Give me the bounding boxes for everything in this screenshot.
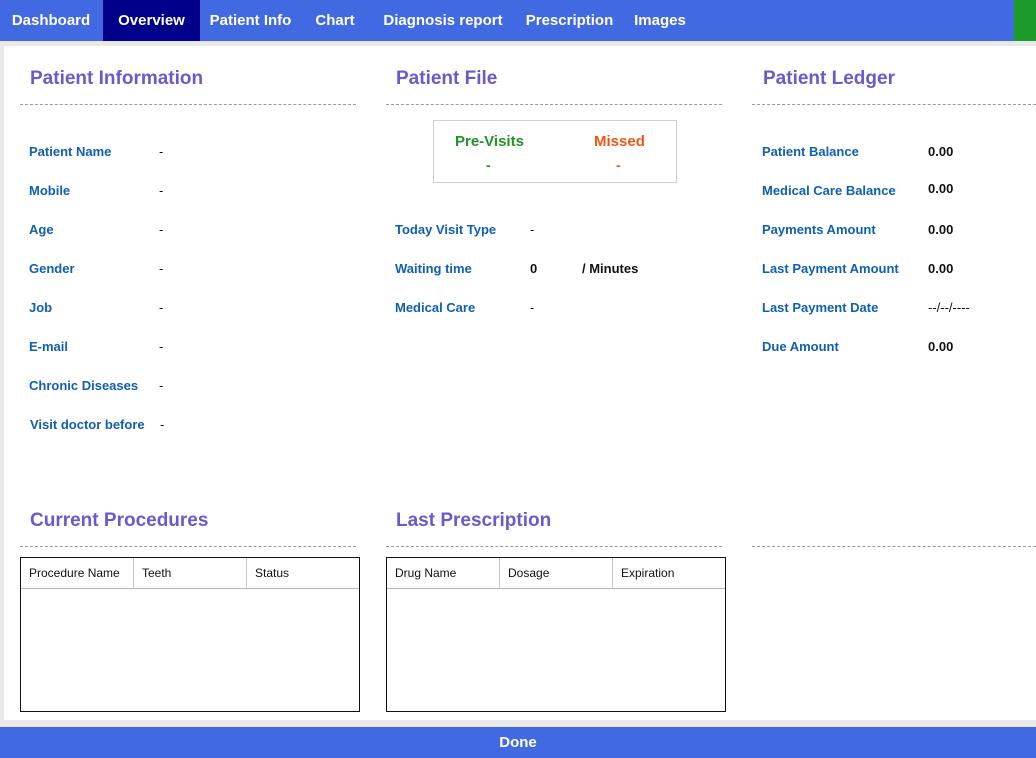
tab-images[interactable]: Images (622, 0, 698, 41)
medical-care-balance-label: Medical Care Balance (762, 183, 896, 198)
gender-label: Gender (29, 261, 75, 276)
current-procedures-title: Current Procedures (30, 510, 209, 531)
prescription-table-header: Drug Name Dosage Expiration (387, 558, 725, 589)
divider (752, 546, 1036, 547)
column-header-expiration[interactable]: Expiration (613, 558, 725, 588)
today-visit-type-label: Today Visit Type (395, 222, 497, 237)
visit-summary-box: Pre-Visits - Missed - (433, 120, 677, 183)
chronic-diseases-label: Chronic Diseases (29, 378, 139, 393)
age-value: - (159, 222, 164, 237)
status-indicator (1014, 0, 1036, 41)
procedures-table[interactable]: Procedure Name Teeth Status (20, 557, 360, 712)
tab-prescription[interactable]: Prescription (517, 0, 622, 41)
patient-balance-label: Patient Balance (762, 144, 859, 159)
tab-chart[interactable]: Chart (301, 0, 369, 41)
last-payment-date-label: Last Payment Date (762, 300, 879, 315)
divider (20, 104, 356, 105)
pre-visits-label: Pre-Visits (455, 133, 524, 150)
column-header-teeth[interactable]: Teeth (134, 558, 247, 588)
done-button[interactable]: Done (0, 727, 1036, 758)
job-value: - (159, 300, 164, 315)
due-amount-value: 0.00 (928, 339, 954, 354)
waiting-time-unit: / Minutes (582, 261, 639, 276)
divider (752, 104, 1036, 105)
waiting-time-label: Waiting time (395, 261, 472, 276)
tab-diagnosis-report[interactable]: Diagnosis report (369, 0, 517, 41)
medical-care-label: Medical Care (395, 300, 476, 315)
gender-value: - (159, 261, 164, 276)
divider (20, 546, 356, 547)
missed-value: - (616, 157, 621, 173)
today-visit-type-value: - (530, 222, 535, 237)
last-payment-amount-label: Last Payment Amount (762, 261, 899, 276)
visit-doctor-before-label: Visit doctor before (30, 417, 145, 432)
column-header-status[interactable]: Status (247, 558, 359, 588)
last-prescription-title: Last Prescription (396, 510, 552, 531)
column-header-dosage[interactable]: Dosage (500, 558, 613, 588)
divider (386, 104, 722, 105)
patient-information-title: Patient Information (30, 68, 204, 89)
column-header-drug-name[interactable]: Drug Name (387, 558, 500, 588)
chronic-diseases-value: - (159, 378, 164, 393)
pre-visits-value: - (486, 157, 491, 173)
patient-name-label: Patient Name (29, 144, 112, 159)
divider (386, 546, 722, 547)
mobile-value: - (159, 183, 164, 198)
tab-overview[interactable]: Overview (103, 0, 200, 41)
visit-doctor-before-value: - (160, 417, 165, 432)
last-payment-amount-value: 0.00 (928, 261, 954, 276)
age-label: Age (29, 222, 54, 237)
last-payment-date-value: --/--/---- (928, 300, 970, 315)
waiting-time-value: 0 (530, 261, 538, 276)
missed-label: Missed (594, 133, 645, 150)
medical-care-value: - (530, 300, 535, 315)
job-label: Job (29, 300, 53, 315)
patient-balance-value: 0.00 (928, 144, 954, 159)
column-header-procedure-name[interactable]: Procedure Name (21, 558, 134, 588)
overview-panel: Patient Information Patient Name - Mobil… (4, 46, 1036, 720)
tab-patient-info[interactable]: Patient Info (200, 0, 301, 41)
prescription-table[interactable]: Drug Name Dosage Expiration (386, 557, 726, 712)
patient-file-title: Patient File (396, 68, 498, 89)
tab-dashboard[interactable]: Dashboard (0, 0, 102, 41)
mobile-label: Mobile (29, 183, 71, 198)
email-label: E-mail (29, 339, 69, 354)
due-amount-label: Due Amount (762, 339, 839, 354)
medical-care-balance-value: 0.00 (928, 181, 954, 196)
patient-ledger-title: Patient Ledger (763, 68, 895, 89)
patient-name-value: - (159, 144, 164, 159)
payments-amount-label: Payments Amount (762, 222, 876, 237)
procedures-table-header: Procedure Name Teeth Status (21, 558, 359, 589)
top-nav-bar: Dashboard Overview Patient Info Chart Di… (0, 0, 1036, 41)
payments-amount-value: 0.00 (928, 222, 954, 237)
email-value: - (159, 339, 164, 354)
